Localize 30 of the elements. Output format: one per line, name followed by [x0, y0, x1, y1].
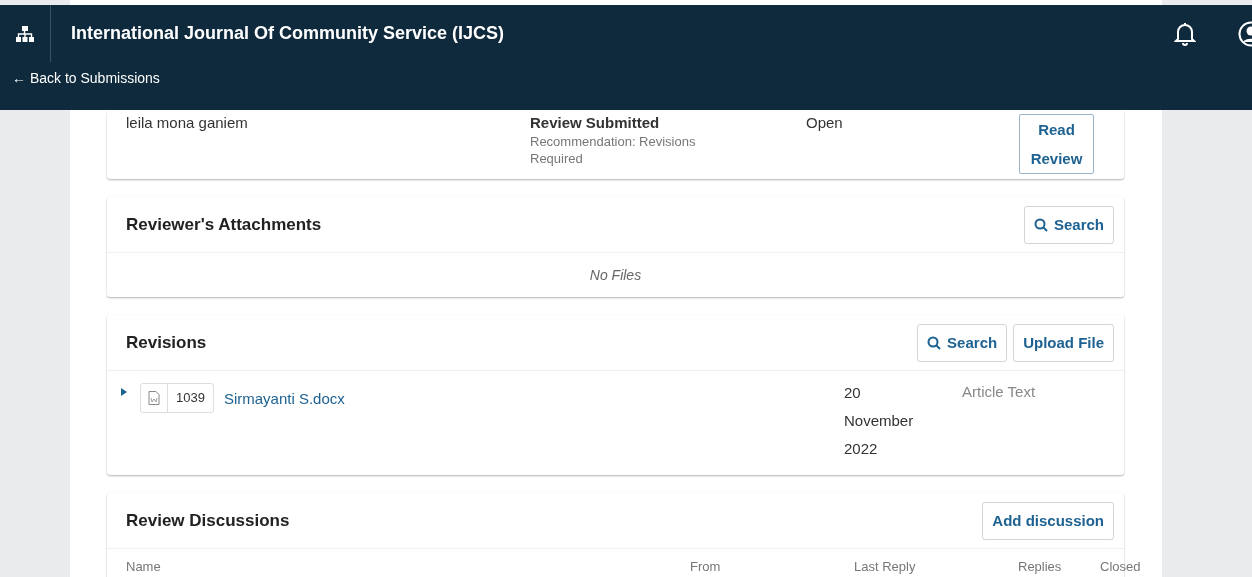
add-discussion-button[interactable]: Add discussion [982, 501, 1114, 540]
file-date: 20 November 2022 [844, 383, 915, 459]
search-button[interactable]: Search [917, 323, 1008, 362]
back-link[interactable]: ← Back to Submissions [12, 70, 160, 86]
search-icon [1033, 217, 1048, 232]
review-state: Open [806, 114, 844, 133]
column-header: Closed [1100, 559, 1141, 574]
journal-title: International Journal Of Community Service (IJCS) [71, 23, 506, 44]
file-id-badge: 1039 [140, 383, 214, 413]
column-header: Name [126, 559, 162, 574]
file-type: Article Text [962, 383, 1037, 400]
empty-message: No Files [588, 266, 643, 285]
review-status: Review Submitted [530, 114, 661, 131]
document-icon [148, 391, 160, 405]
search-icon [927, 335, 942, 350]
upload-file-button[interactable]: Upload File [1013, 323, 1114, 362]
section-title: Revisions [126, 332, 208, 353]
reviewer-name: leila mona ganiem [126, 114, 249, 133]
section-title: Reviewer's Attachments [126, 214, 323, 235]
caret-icon[interactable] [120, 387, 128, 397]
bell-icon[interactable] [1174, 20, 1196, 47]
recommendation-text: Recommendation: Revisions Required [530, 133, 697, 167]
search-button[interactable]: Search [1023, 205, 1114, 244]
read-review-button[interactable]: Read Review [1019, 114, 1094, 174]
sitemap-icon [16, 25, 34, 42]
file-link[interactable]: Sirmayanti S.docx [223, 389, 345, 407]
column-header: Last Reply [854, 559, 917, 574]
section-title: Review Discussions [126, 510, 291, 531]
column-header: From [690, 559, 722, 574]
column-header: Replies [1018, 559, 1063, 574]
